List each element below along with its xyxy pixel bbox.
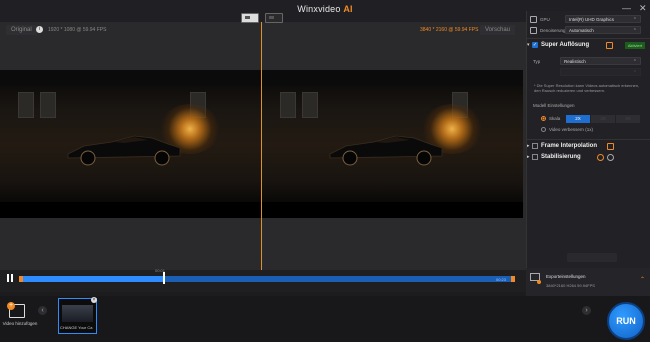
close-icon[interactable]: × [91,297,97,303]
gear-icon[interactable] [607,154,614,161]
chevron-down-icon[interactable]: ▾ [527,42,530,48]
export-info: 3840*2160 H264 59.94FPS [546,283,595,288]
model-select-disabled: ⌃ [560,68,641,76]
gpu-label: GPU [540,17,550,22]
super-resolution-title: Super Auflösung [541,42,590,48]
gpu-select[interactable]: Intel(R) UHD Graphics ⌃ [565,15,641,23]
original-resolution: 1920 * 1080 @ 59.94 FPS [48,27,107,33]
video-enhance-radio[interactable] [541,127,546,132]
clip-preview-image [62,305,93,322]
panel-divider-2 [526,139,650,140]
end-time: 00:23 [496,277,507,282]
super-resolution-checkbox[interactable]: ✓ [532,42,538,48]
frame-icon[interactable] [607,143,614,150]
trim-start-handle[interactable] [19,276,23,282]
stabilization-title: Stabilisierung [541,154,581,160]
clip-thumbnail[interactable]: CHANGE Your Ca [58,298,97,334]
split-view-toggle[interactable] [241,13,259,23]
current-time: 00:01 [155,268,166,273]
stabilization-checkbox[interactable] [532,154,538,160]
info-icon[interactable]: i [36,26,43,33]
super-resolution-note: * Die Super Resolution kann Videos autom… [534,83,640,93]
resize-icon[interactable] [606,42,613,49]
media-bar [0,296,650,342]
scale-3x-button[interactable]: 3X [591,115,615,123]
chevron-up-icon[interactable]: ⌃ [640,276,645,283]
clip-name: CHANGE Your Ca [60,325,93,330]
typ-select[interactable]: Realistisch ⌃ [560,57,641,65]
compare-divider[interactable] [261,22,262,270]
model-settings-label: Modell Einstellungen [533,103,575,108]
original-frame [0,70,261,218]
export-settings[interactable] [526,268,650,296]
denoise-select[interactable]: Automatisch ⌃ [565,26,641,34]
typ-label: Typ [533,59,541,64]
run-button[interactable]: RUN [607,302,645,340]
original-label: Original [6,25,37,35]
panel-divider [526,38,650,39]
frame-interpolation-checkbox[interactable] [532,143,538,149]
frame-interpolation-title: Frame Interpolation [541,143,598,149]
film-plus-icon[interactable]: + [7,302,25,318]
trim-end-handle[interactable] [511,276,515,282]
video-enhance-label: Video verbessern (1x) [549,127,593,132]
apply-button-disabled [567,253,617,262]
playhead[interactable] [163,272,165,284]
scale-2x-button[interactable]: 2X [566,115,590,123]
scale-radio[interactable] [541,116,546,121]
export-title: Exporteinstellungen [546,274,586,279]
add-video-label[interactable]: Video hinzufügen [0,321,40,326]
car-silhouette-preview [329,135,443,166]
scroll-right-button[interactable]: › [582,306,591,315]
car-silhouette [67,135,181,166]
output-resolution: 3840 * 2160 @ 59.94 FPS [420,27,479,33]
scale-label: Skala [549,116,561,121]
run-label: RUN [616,316,636,326]
denoise-label: Denoiserung [540,28,566,33]
chevron-right-icon-2[interactable]: ▸ [527,154,530,160]
side-by-side-toggle[interactable] [265,13,283,23]
camera-icon[interactable] [597,154,604,161]
scale-4x-button[interactable]: 4X [616,115,640,123]
gpu-icon [530,16,537,23]
progress-played [22,276,164,282]
denoise-icon [530,27,537,34]
scroll-left-button[interactable]: ‹ [38,306,47,315]
export-settings-icon [537,280,541,284]
status-badge: Aktiviert [625,42,645,49]
preview-frame [262,70,523,218]
pause-button[interactable] [4,272,16,284]
chevron-right-icon[interactable]: ▸ [527,143,530,149]
preview-label: Vorschau [480,25,516,35]
